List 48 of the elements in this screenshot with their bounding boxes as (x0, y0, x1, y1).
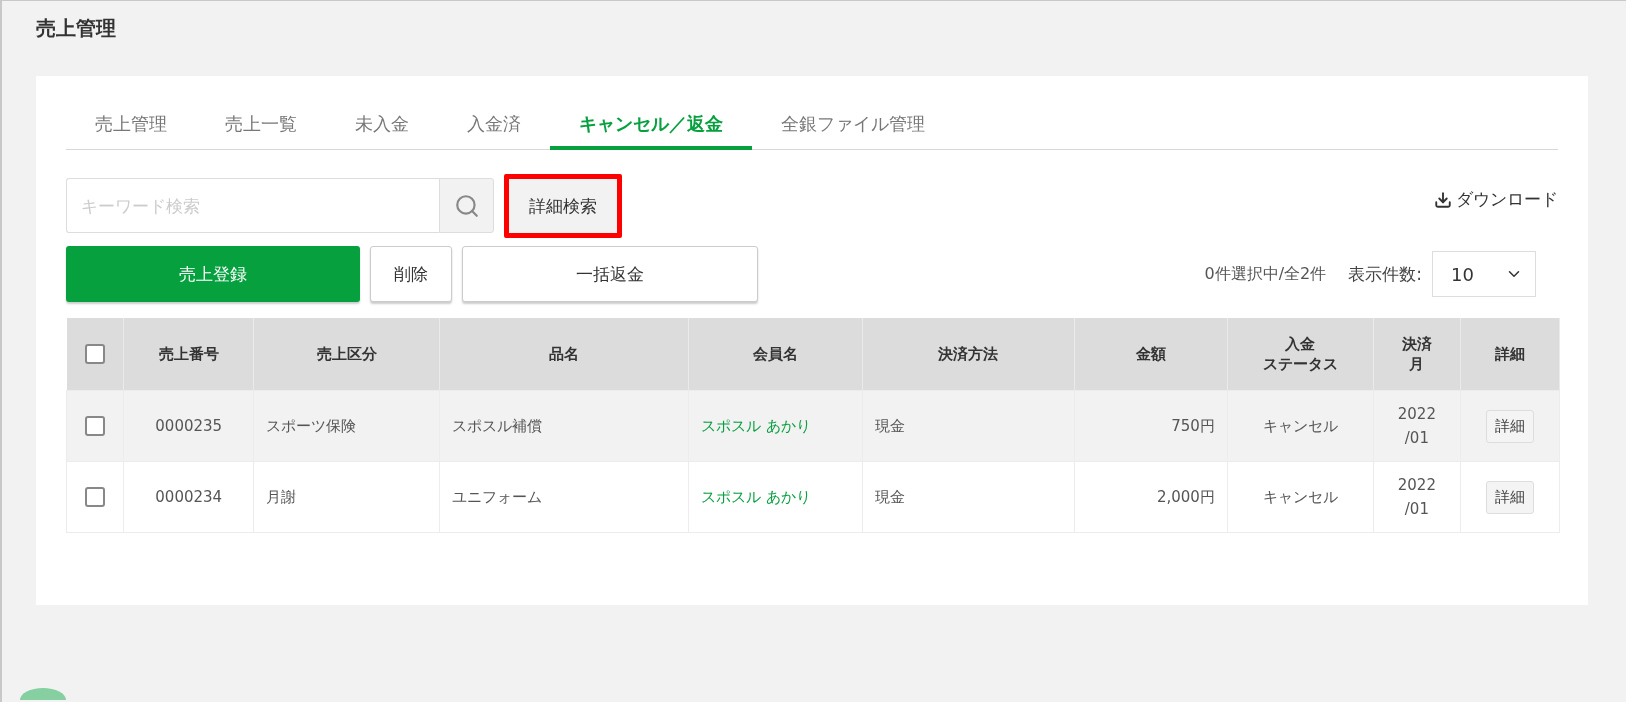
table-cell: 750円 (1074, 390, 1228, 462)
table-cell: ユニフォーム (439, 461, 689, 533)
column-header: 決済方法 (862, 318, 1075, 391)
detail-button[interactable]: 詳細 (1485, 409, 1534, 443)
column-header: 詳細 (1460, 318, 1560, 391)
table-cell: 現金 (862, 390, 1075, 462)
action-button[interactable]: 削除 (370, 246, 452, 302)
detail-button[interactable]: 詳細 (1485, 480, 1534, 514)
page-title: 売上管理 (36, 15, 117, 42)
column-header: 品名 (439, 318, 689, 391)
page-size-label: 表示件数: (1348, 262, 1422, 286)
column-header: 決済 月 (1373, 318, 1461, 391)
tab[interactable]: 入金済 (438, 104, 550, 150)
search-button[interactable] (439, 178, 494, 233)
table-cell: キャンセル (1227, 390, 1374, 462)
download-icon (1434, 190, 1452, 209)
table-cell: 月謝 (253, 461, 440, 533)
column-header: 金額 (1074, 318, 1228, 391)
tab[interactable]: 未入金 (326, 104, 438, 150)
register-button[interactable]: 売上登録 (66, 246, 360, 302)
action-button[interactable]: 一括返金 (462, 246, 758, 302)
column-header: 売上区分 (253, 318, 440, 391)
table-cell: 2,000円 (1074, 461, 1228, 533)
table-cell: 2022 /01 (1373, 461, 1461, 533)
table-cell: キャンセル (1227, 461, 1374, 533)
download-link[interactable]: ダウンロード (1434, 188, 1558, 211)
tab[interactable]: 売上管理 (66, 104, 196, 150)
search-icon (453, 192, 480, 219)
table-cell: 0000234 (123, 461, 254, 533)
table-cell: 現金 (862, 461, 1075, 533)
tab[interactable]: 売上一覧 (196, 104, 326, 150)
column-header: 売上番号 (123, 318, 254, 391)
detail-search-button[interactable]: 詳細検索 (504, 174, 622, 238)
column-header: 会員名 (688, 318, 863, 391)
row-checkbox[interactable] (85, 416, 105, 436)
select-all-checkbox[interactable] (84, 344, 105, 365)
member-link[interactable]: スポスル あかり (688, 461, 863, 533)
table-cell: スポーツ保険 (253, 390, 440, 462)
column-header: 入金 ステータス (1227, 318, 1374, 391)
selection-count: 0件選択中/全2件 (1204, 263, 1327, 285)
table-cell: スポスル補償 (439, 390, 689, 462)
page-size-select[interactable]: 10 (1432, 251, 1536, 297)
member-link[interactable]: スポスル あかり (688, 390, 863, 462)
row-checkbox[interactable] (85, 487, 105, 507)
table-cell: 0000235 (123, 390, 254, 462)
table-cell: 2022 /01 (1373, 390, 1461, 462)
tab[interactable]: キャンセル／返金 (550, 104, 752, 150)
tab[interactable]: 全銀ファイル管理 (752, 104, 954, 150)
